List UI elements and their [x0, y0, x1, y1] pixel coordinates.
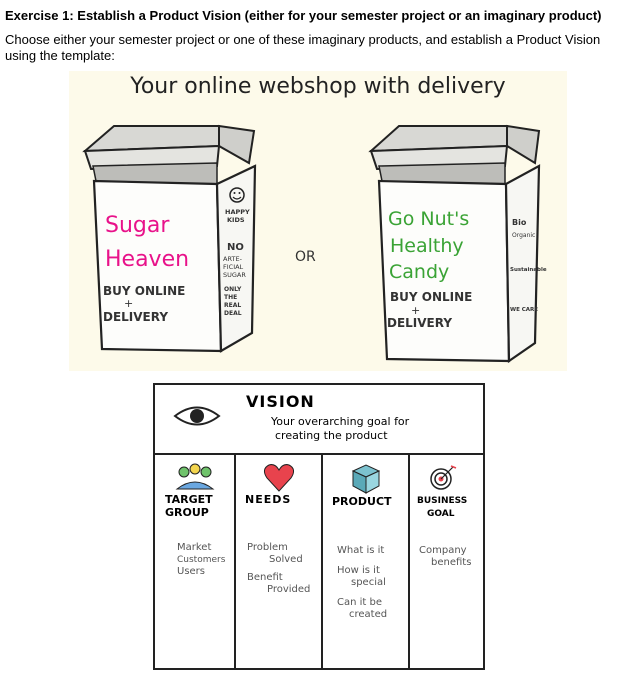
- people-icon: [175, 463, 215, 490]
- left-side-7: ONLY: [224, 286, 242, 293]
- business-goal-title: BUSINESS GOAL: [417, 495, 467, 521]
- target-group-title-1: TARGET: [165, 493, 213, 506]
- business-goal-title-2: GOAL: [427, 509, 455, 519]
- left-delivery: DELIVERY: [103, 310, 168, 324]
- left-product-name-1: Sugar: [105, 213, 170, 238]
- left-side-9: REAL: [224, 302, 241, 309]
- business-goal-items: Company benefits: [419, 545, 471, 569]
- target-group-item: Market: [177, 542, 212, 553]
- exercise-heading: Exercise 1: Establish a Product Vision (…: [5, 8, 602, 23]
- webshop-illustration: Your online webshop with delivery Sugar …: [69, 71, 567, 371]
- left-side-2: KIDS: [227, 216, 245, 224]
- needs-item: Problem: [247, 542, 288, 553]
- heart-icon: [263, 464, 295, 492]
- target-group-items: Market Customers Users: [177, 542, 225, 578]
- business-goal-title-1: BUSINESS: [417, 496, 468, 506]
- left-side-8: THE: [224, 294, 237, 301]
- business-goal-item: Company: [419, 545, 467, 556]
- left-side-10: DEAL: [224, 310, 242, 317]
- right-product-name-1: Go Nut's: [388, 208, 469, 230]
- right-product-name-2: Healthy: [390, 235, 464, 257]
- target-group-title: TARGET GROUP: [165, 493, 213, 519]
- vision-subtitle-line-2: creating the product: [275, 429, 388, 442]
- vision-title: VISION: [246, 392, 315, 411]
- right-side-2: Organic: [512, 232, 535, 239]
- needs-items: Problem Solved Benefit Provided: [247, 542, 310, 596]
- instructions-paragraph: Choose either your semester project or o…: [5, 32, 601, 63]
- needs-title: NEEDS: [245, 493, 292, 506]
- left-plus: +: [124, 297, 133, 310]
- product-item: Can it be: [337, 597, 383, 608]
- left-product-name-2: Heaven: [105, 247, 189, 272]
- business-goal-item: benefits: [431, 557, 472, 568]
- product-vision-canvas: VISION Your overarching goal for creatin…: [153, 383, 485, 670]
- product-item: special: [351, 577, 386, 588]
- vision-subtitle: Your overarching goal for creating the p…: [271, 415, 409, 443]
- needs-item: Provided: [267, 584, 311, 595]
- right-product-name-3: Candy: [389, 261, 449, 283]
- target-group-item: Customers: [177, 555, 226, 565]
- target-group-item: Users: [177, 566, 206, 577]
- eye-icon: [173, 406, 221, 426]
- left-side-6: SUGAR: [223, 271, 246, 279]
- product-title: PRODUCT: [332, 495, 392, 508]
- needs-item: Benefit: [247, 572, 283, 583]
- right-side-1: Bio: [512, 218, 527, 227]
- vision-subtitle-line-1: Your overarching goal for: [271, 415, 410, 428]
- left-buy-online: BUY ONLINE: [103, 284, 185, 298]
- product-item: How is it: [337, 565, 380, 576]
- left-side-5: FICIAL: [223, 263, 244, 271]
- left-side-3: NO: [227, 242, 244, 253]
- product-item: What is it: [337, 545, 385, 556]
- illustration-title: Your online webshop with delivery: [129, 74, 505, 99]
- product-items: What is it How is it special Can it be c…: [337, 545, 387, 621]
- box-icon: [351, 464, 381, 494]
- right-delivery: DELIVERY: [387, 316, 452, 330]
- target-group-title-2: GROUP: [165, 506, 209, 519]
- right-buy-online: BUY ONLINE: [390, 290, 472, 304]
- product-item: created: [349, 609, 388, 620]
- left-side-1: HAPPY: [225, 208, 250, 216]
- target-icon: [430, 465, 457, 490]
- right-side-3: Sustainable: [510, 267, 547, 273]
- or-label: OR: [295, 249, 316, 265]
- left-side-4: ARTE-: [223, 255, 243, 263]
- needs-item: Solved: [269, 554, 303, 565]
- illustration-drawing: Your online webshop with delivery Sugar …: [82, 74, 547, 364]
- right-side-4: WE CARE: [510, 307, 538, 313]
